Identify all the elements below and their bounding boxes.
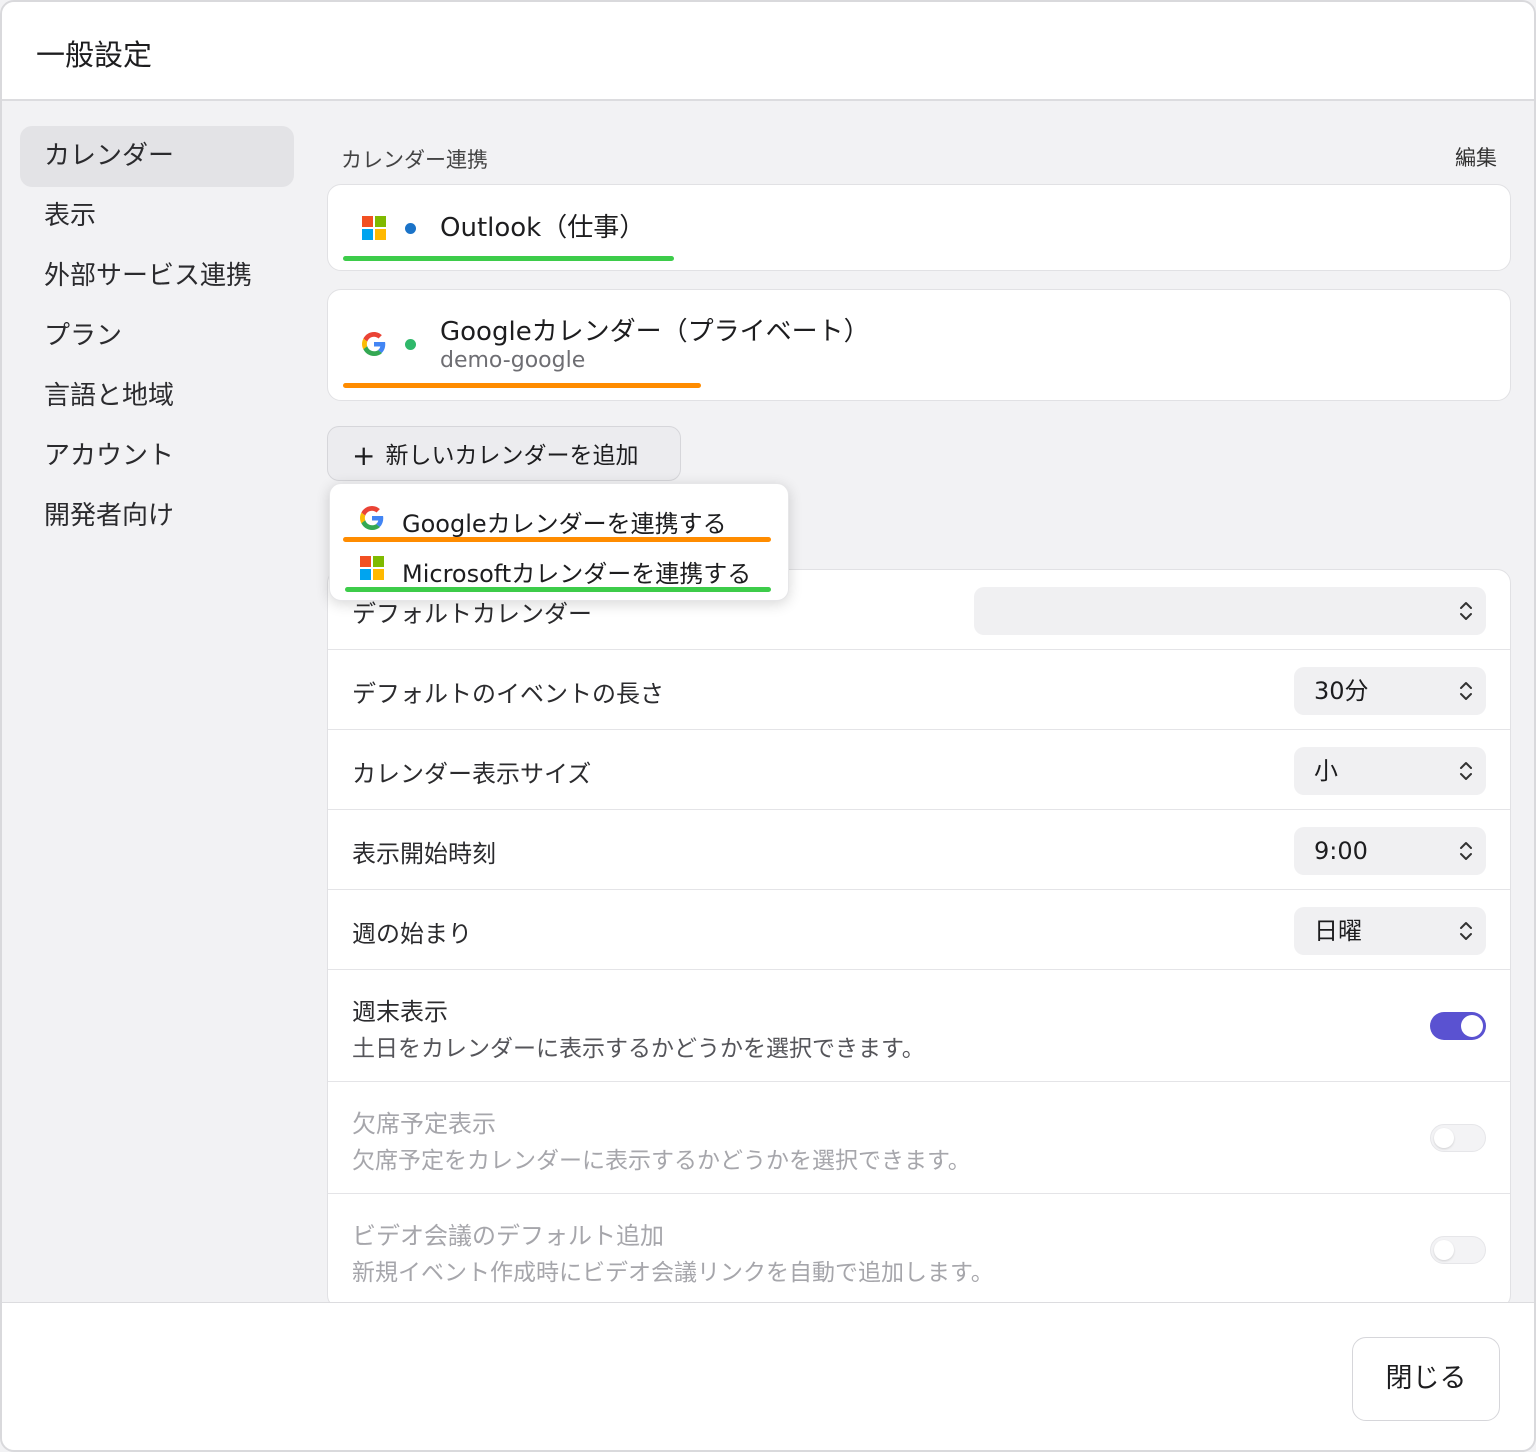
start-time-select[interactable]: 9:00 [1294, 827, 1486, 875]
google-logo-icon [362, 332, 386, 356]
select-value: 30分 [1314, 677, 1369, 705]
menu-item-link-microsoft[interactable]: Microsoftカレンダーを連携する [330, 543, 788, 593]
setting-description: 土日をカレンダーに表示するかどうかを選択できます。 [352, 1036, 925, 1062]
sidebar-item-language-region[interactable]: 言語と地域 [20, 366, 294, 427]
event-length-select[interactable]: 30分 [1294, 667, 1486, 715]
calendar-account-id: demo-google [440, 348, 586, 373]
chevron-updown-icon [1460, 922, 1472, 940]
calendar-account-google[interactable]: Googleカレンダー（プライベート） demo-google [327, 289, 1511, 401]
setting-label: 欠席予定表示 [352, 1110, 496, 1138]
setting-label: ビデオ会議のデフォルト追加 [352, 1222, 664, 1250]
setting-video-default: ビデオ会議のデフォルト追加 新規イベント作成時にビデオ会議リンクを自動で追加しま… [328, 1194, 1510, 1308]
calendar-settings-list: デフォルトカレンダー デフォルトのイベントの長さ 30分 カレンダー表示サイズ … [327, 569, 1511, 1309]
plus-icon: + [352, 439, 376, 472]
close-button[interactable]: 閉じる [1352, 1337, 1500, 1421]
toggle-knob [1434, 1240, 1454, 1260]
setting-description: 欠席予定をカレンダーに表示するかどうかを選択できます。 [352, 1148, 971, 1174]
setting-absence-display: 欠席予定表示 欠席予定をカレンダーに表示するかどうかを選択できます。 [328, 1082, 1510, 1194]
week-start-select[interactable]: 日曜 [1294, 907, 1486, 955]
setting-event-length: デフォルトのイベントの長さ 30分 [328, 650, 1510, 730]
setting-label: 週末表示 [352, 998, 448, 1026]
setting-label: カレンダー表示サイズ [352, 760, 592, 788]
google-logo-icon [360, 506, 384, 530]
chevron-updown-icon [1460, 762, 1472, 780]
title-bar: 一般設定 [2, 2, 1534, 101]
calendar-account-outlook[interactable]: Outlook（仕事） [327, 184, 1511, 271]
microsoft-logo-icon [362, 216, 386, 240]
setting-week-start: 週の始まり 日曜 [328, 890, 1510, 970]
absence-toggle[interactable] [1430, 1124, 1486, 1152]
setting-label: 表示開始時刻 [352, 840, 496, 868]
toggle-knob [1461, 1015, 1483, 1037]
menu-item-label: Microsoftカレンダーを連携する [402, 560, 752, 588]
setting-label: デフォルトのイベントの長さ [352, 680, 664, 708]
window-title: 一般設定 [36, 38, 153, 72]
footer: 閉じる [2, 1302, 1534, 1450]
calendar-name: Googleカレンダー（プライベート） [440, 317, 870, 347]
sidebar: カレンダー 表示 外部サービス連携 プラン 言語と地域 アカウント 開発者向け [20, 126, 294, 546]
display-size-select[interactable]: 小 [1294, 747, 1486, 795]
sidebar-item-developer[interactable]: 開発者向け [20, 486, 294, 547]
menu-item-label: Googleカレンダーを連携する [402, 510, 727, 538]
add-calendar-button[interactable]: + 新しいカレンダーを追加 [327, 426, 681, 481]
sidebar-item-integrations[interactable]: 外部サービス連携 [20, 246, 294, 307]
sidebar-item-display[interactable]: 表示 [20, 186, 294, 247]
sidebar-item-calendar[interactable]: カレンダー [20, 126, 294, 187]
chevron-updown-icon [1460, 602, 1472, 620]
toggle-knob [1434, 1128, 1454, 1148]
setting-weekend-display: 週末表示 土日をカレンダーに表示するかどうかを選択できます。 [328, 970, 1510, 1082]
select-value: 日曜 [1314, 917, 1362, 945]
sidebar-item-account[interactable]: アカウント [20, 426, 294, 487]
chevron-updown-icon [1460, 842, 1472, 860]
setting-start-time: 表示開始時刻 9:00 [328, 810, 1510, 890]
microsoft-logo-icon [360, 556, 384, 580]
setting-label: 週の始まり [352, 920, 472, 948]
main-content: カレンダー連携 編集 Outlook（仕事） Googleカレンダー（プライベー… [327, 126, 1511, 1309]
highlight-underline [343, 256, 674, 261]
setting-description: 新規イベント作成時にビデオ会議リンクを自動で追加します。 [352, 1260, 994, 1286]
highlight-underline [345, 587, 771, 592]
weekend-toggle[interactable] [1430, 1012, 1486, 1040]
add-calendar-label: 新しいカレンダーを追加 [385, 443, 639, 469]
sidebar-item-plan[interactable]: プラン [20, 306, 294, 367]
status-dot [405, 223, 416, 234]
select-value: 小 [1314, 757, 1338, 785]
add-calendar-menu: Googleカレンダーを連携する Microsoftカレンダーを連携する [329, 483, 789, 601]
edit-button[interactable]: 編集 [1455, 142, 1497, 172]
video-toggle[interactable] [1430, 1236, 1486, 1264]
section-title: カレンダー連携 [341, 148, 488, 172]
highlight-underline [343, 537, 771, 542]
settings-window: 一般設定 カレンダー 表示 外部サービス連携 プラン 言語と地域 アカウント 開… [0, 0, 1536, 1452]
setting-display-size: カレンダー表示サイズ 小 [328, 730, 1510, 810]
menu-item-link-google[interactable]: Googleカレンダーを連携する [330, 493, 788, 543]
status-dot [405, 339, 416, 350]
highlight-underline [343, 383, 701, 388]
chevron-updown-icon [1460, 682, 1472, 700]
calendar-name: Outlook（仕事） [440, 213, 646, 243]
default-calendar-select[interactable] [974, 587, 1486, 635]
select-value: 9:00 [1314, 837, 1368, 865]
